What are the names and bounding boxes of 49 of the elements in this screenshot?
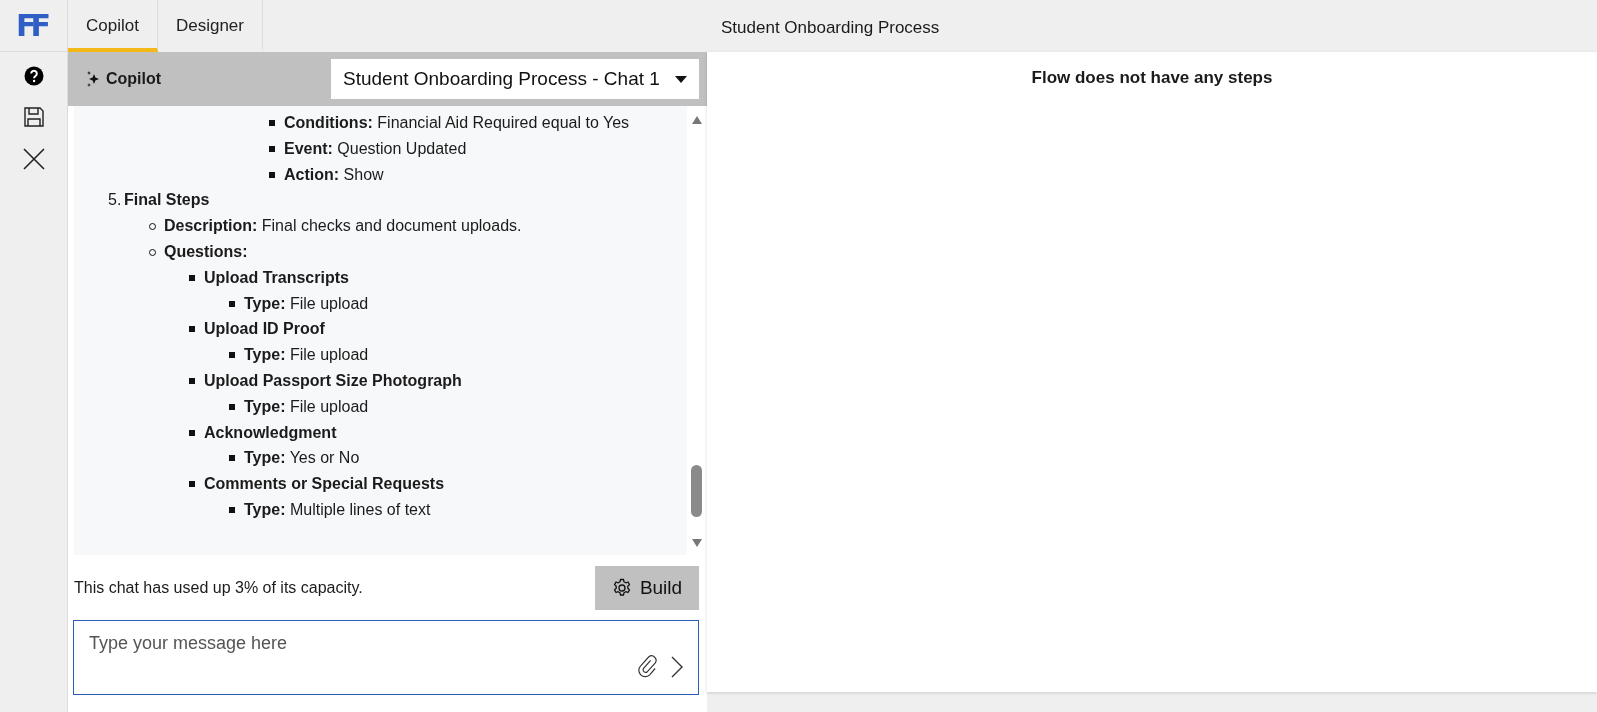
scroll-down-icon[interactable] [692,539,702,547]
list-number: 5. [108,190,122,211]
list-item-text: Type: File upload [244,346,369,364]
copilot-title: Copilot [106,70,162,88]
list-item-text: Acknowledgment [204,423,337,441]
bullet-icon [229,403,235,410]
app-logo: FF [0,0,67,52]
list-item-text: Type: Yes or No [244,449,360,467]
bullet-icon [269,145,275,152]
bullet-icon [189,481,195,488]
sparkle-icon [86,71,100,87]
list-item-text: Final Steps [124,191,210,209]
bullet-icon [189,326,195,333]
bullet-icon [229,352,235,359]
list-item-text: Event: Question Updated [284,139,467,157]
capacity-text: This chat has used up 3% of its capacity. [74,579,363,597]
list-item-text: Questions: [164,243,248,260]
scrollbar-thumb[interactable] [691,465,702,517]
list-item-text: Upload Transcripts [204,268,349,286]
list-item-text: Action: Show [284,165,384,183]
list-item-text: Upload ID Proof [204,320,325,338]
list-item-text: Conditions: Financial Aid Required equal to Yes [284,114,630,131]
list-item-text: Type: Multiple lines of text [244,500,431,518]
bullet-icon [269,171,275,178]
bullet-icon [189,377,195,384]
gear-icon [611,578,632,598]
help-icon[interactable] [23,66,44,86]
bullet-icon [229,506,235,513]
empty-flow-message: Flow does not have any steps [1031,67,1273,88]
bullet-icon [229,300,235,307]
bullet-icon [189,429,195,436]
caret-icon [675,75,687,83]
bullet-icon [189,274,195,281]
list-item-text: Type: File upload [244,397,369,415]
bullet-icon [229,455,235,462]
build-button[interactable]: Build [595,566,699,610]
paperclip-icon[interactable] [637,654,659,679]
close-icon[interactable] [22,148,45,170]
message-input[interactable]: Type your message here [73,620,699,695]
list-item-text: Type: File upload [244,294,369,312]
chat-dropdown[interactable]: Student Onboarding Process - Chat 1 [331,59,699,99]
list-item-text: Upload Passport Size Photograph [204,371,462,389]
list-item-text: Comments or Special Requests [204,475,445,493]
list-item-text: Description: Final checks and document uploads. [164,217,522,235]
save-icon[interactable] [22,106,45,128]
send-icon[interactable] [671,655,683,678]
bullet-icon [269,120,275,126]
flow-title: Student Onboarding Process [720,17,940,38]
scroll-up-icon[interactable] [692,116,702,124]
